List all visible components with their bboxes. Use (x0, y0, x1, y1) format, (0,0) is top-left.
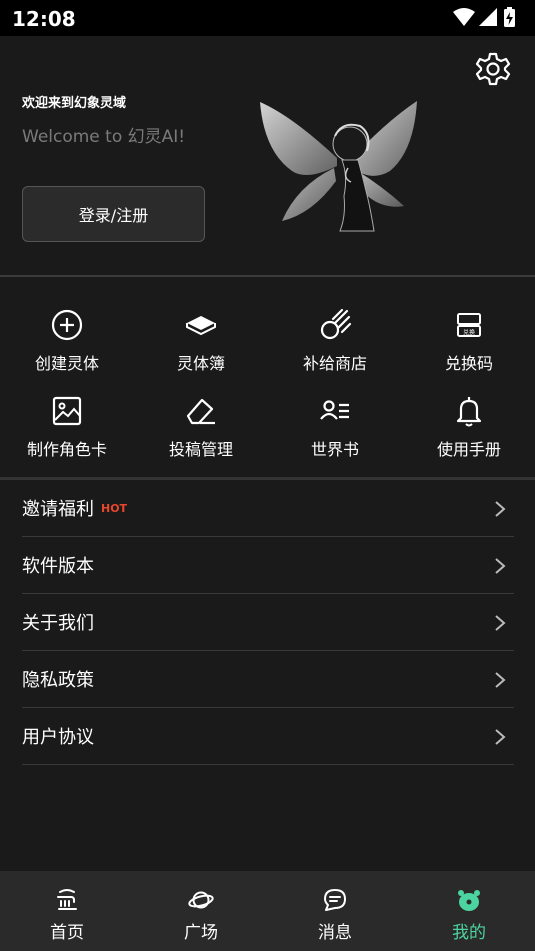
menu-item-software-version[interactable]: 软件版本 (22, 537, 514, 594)
chevron-right-icon (495, 615, 506, 631)
home-icon (57, 889, 77, 910)
welcome-title: 欢迎来到幻象灵域 (22, 96, 127, 111)
planet-icon (188, 891, 214, 909)
grid-item-supply-shop[interactable]: 补给商店 (268, 308, 402, 378)
tab-label: 我的 (452, 923, 486, 943)
grid-label: 制作角色卡 (26, 440, 107, 459)
message-icon (324, 889, 346, 911)
grid-label: 创建灵体 (34, 354, 99, 373)
menu-item-user-agreement[interactable]: 用户协议 (22, 708, 514, 765)
book-icon (186, 316, 216, 336)
wifi-icon (453, 8, 475, 26)
meteor-icon (320, 308, 352, 340)
tab-label: 消息 (318, 923, 352, 943)
plus-circle-icon (51, 309, 83, 341)
tab-home[interactable]: 首页 (0, 871, 134, 951)
hot-badge: HOT (101, 501, 128, 515)
grid-label: 灵体簿 (176, 354, 225, 373)
menu-label: 隐私政策 (22, 670, 94, 691)
status-bar: 12:08 (0, 0, 535, 36)
profile-mascot-icon (458, 890, 480, 911)
image-card-icon (52, 396, 82, 426)
settings-gear-icon[interactable] (475, 51, 511, 87)
grid-item-world-book[interactable]: 世界书 (268, 394, 402, 464)
grid-item-make-character-card[interactable]: 制作角色卡 (0, 394, 134, 464)
tab-plaza[interactable]: 广场 (134, 871, 268, 951)
redeem-ticket-icon: 兑换 (457, 313, 481, 337)
chevron-right-icon (495, 501, 506, 517)
grid-label: 投稿管理 (168, 440, 233, 459)
grid-item-user-manual[interactable]: 使用手册 (402, 394, 535, 464)
user-list-icon (320, 400, 349, 420)
login-register-button[interactable]: 登录/注册 (22, 186, 205, 242)
tab-label: 首页 (50, 923, 84, 943)
menu-item-invite-rewards[interactable]: 邀请福利 HOT (22, 480, 514, 537)
menu-label: 用户协议 (22, 727, 94, 748)
status-icons (453, 7, 515, 27)
grid-item-submission-manage[interactable]: 投稿管理 (134, 394, 268, 464)
welcome-subtitle: Welcome to 幻灵AI! (22, 127, 186, 147)
redeem-icon-text: 兑换 (463, 329, 475, 337)
grid-label: 世界书 (310, 440, 359, 459)
chevron-right-icon (495, 729, 506, 745)
menu-item-privacy-policy[interactable]: 隐私政策 (22, 651, 514, 708)
tab-label: 广场 (184, 923, 218, 943)
menu-item-about-us[interactable]: 关于我们 (22, 594, 514, 651)
grid-label: 兑换码 (444, 354, 493, 373)
fairy-illustration (260, 101, 417, 232)
eraser-icon (186, 398, 215, 425)
bell-icon (456, 397, 482, 427)
grid-item-create-spirit[interactable]: 创建灵体 (0, 308, 134, 378)
bottom-tab-bar: 首页 广场 消息 我的 (0, 871, 535, 951)
grid-item-redeem-code[interactable]: 兑换 兑换码 (402, 308, 535, 378)
menu-label: 软件版本 (22, 556, 94, 577)
chevron-right-icon (495, 558, 506, 574)
status-time: 12:08 (12, 7, 76, 31)
grid-label: 使用手册 (436, 440, 501, 459)
battery-icon (504, 7, 515, 27)
grid-label: 补给商店 (302, 354, 367, 373)
chevron-right-icon (495, 672, 506, 688)
signal-icon (479, 8, 497, 26)
settings-menu: 邀请福利 HOT 软件版本 关于我们 隐私政策 用户协议 (22, 480, 514, 765)
menu-label: 邀请福利 (22, 499, 94, 520)
tab-messages[interactable]: 消息 (268, 871, 402, 951)
menu-label: 关于我们 (22, 613, 94, 634)
tab-mine[interactable]: 我的 (402, 871, 535, 951)
header-divider (0, 275, 535, 277)
grid-item-spirit-book[interactable]: 灵体簿 (134, 308, 268, 378)
